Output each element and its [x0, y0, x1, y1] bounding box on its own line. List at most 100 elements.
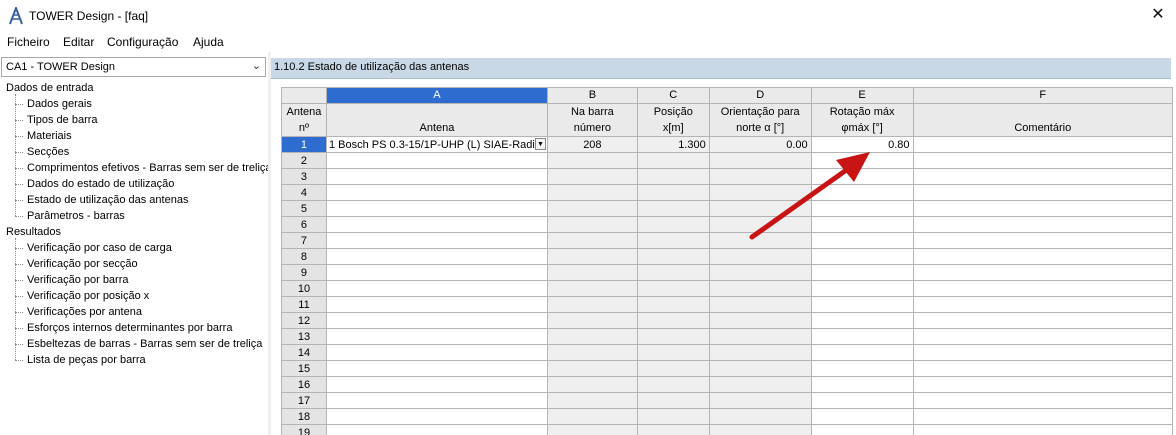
cell-antena[interactable] — [325, 216, 548, 233]
row-number[interactable]: 7 — [281, 232, 327, 249]
case-selector[interactable]: CA1 - TOWER Design ⌄ — [1, 57, 266, 77]
cell-comentario[interactable] — [912, 168, 1173, 185]
cell-comentario[interactable] — [912, 424, 1173, 435]
col-letter-a[interactable]: A — [325, 87, 548, 104]
tree-item[interactable]: Esforços internos determinantes por barr… — [27, 320, 232, 336]
cell-posicao[interactable] — [636, 328, 710, 345]
cell-barra[interactable] — [546, 216, 638, 233]
cell-barra[interactable] — [546, 408, 638, 425]
cell-posicao[interactable] — [636, 184, 710, 201]
cell-posicao[interactable] — [636, 424, 710, 435]
row-number[interactable]: 3 — [281, 168, 327, 185]
row-number[interactable]: 6 — [281, 216, 327, 233]
cell-barra[interactable] — [546, 344, 638, 361]
menu-ficheiro[interactable]: Ficheiro — [7, 35, 50, 49]
cell-barra[interactable] — [546, 152, 638, 169]
cell-orientacao[interactable] — [708, 328, 812, 345]
cell-antena[interactable] — [325, 280, 548, 297]
cell-antena[interactable] — [325, 344, 548, 361]
cell-rotacao[interactable] — [810, 296, 914, 313]
cell-antena[interactable] — [325, 312, 548, 329]
cell-barra[interactable] — [546, 328, 638, 345]
cell-orientacao[interactable] — [708, 392, 812, 409]
cell-rotacao[interactable] — [810, 344, 914, 361]
cell-comentario[interactable] — [912, 264, 1173, 281]
cell-comentario[interactable] — [912, 184, 1173, 201]
cell-comentario[interactable] — [912, 408, 1173, 425]
cell-rotacao[interactable] — [810, 248, 914, 265]
cell-posicao[interactable] — [636, 312, 710, 329]
cell-antena[interactable] — [325, 168, 548, 185]
cell-rotacao[interactable] — [810, 264, 914, 281]
cell-comentario[interactable] — [912, 136, 1173, 153]
cell-barra[interactable] — [546, 248, 638, 265]
menu-configuracao[interactable]: Configuração — [107, 35, 178, 49]
cell-barra[interactable] — [546, 200, 638, 217]
cell-antena[interactable] — [325, 408, 548, 425]
cell-barra[interactable] — [546, 280, 638, 297]
cell-barra[interactable] — [546, 168, 638, 185]
tree-item[interactable]: Dados gerais — [27, 96, 92, 112]
menu-ajuda[interactable]: Ajuda — [193, 35, 224, 49]
cell-antena[interactable] — [325, 392, 548, 409]
cell-antena[interactable]: 1 Bosch PS 0.3-15/1P-UHP (L) SIAE-Radi ▼ — [325, 136, 548, 153]
tree-item[interactable]: Estado de utilização das antenas — [27, 192, 188, 208]
cell-rotacao[interactable] — [810, 312, 914, 329]
col-letter-c[interactable]: C — [636, 87, 710, 104]
cell-antena[interactable] — [325, 328, 548, 345]
col-letter-f[interactable]: F — [912, 87, 1173, 104]
cell-barra[interactable] — [546, 360, 638, 377]
row-number[interactable]: 12 — [281, 312, 327, 329]
cell-barra[interactable] — [546, 184, 638, 201]
cell-orientacao[interactable] — [708, 312, 812, 329]
row-number[interactable]: 8 — [281, 248, 327, 265]
cell-rotacao[interactable] — [810, 328, 914, 345]
cell-antena[interactable] — [325, 232, 548, 249]
tree-item[interactable]: Verificação por barra — [27, 272, 129, 288]
cell-orientacao[interactable] — [708, 344, 812, 361]
cell-posicao[interactable] — [636, 280, 710, 297]
row-number[interactable]: 9 — [281, 264, 327, 281]
row-number[interactable]: 13 — [281, 328, 327, 345]
cell-barra[interactable] — [546, 376, 638, 393]
panel-splitter[interactable] — [268, 52, 271, 435]
tree-item[interactable]: Verificações por antena — [27, 304, 142, 320]
cell-antena[interactable] — [325, 376, 548, 393]
cell-comentario[interactable] — [912, 232, 1173, 249]
cell-posicao[interactable] — [636, 392, 710, 409]
cell-barra[interactable]: 208 — [546, 136, 638, 153]
tree-item[interactable]: Comprimentos efetivos - Barras sem ser d… — [27, 160, 268, 176]
tree-item[interactable]: Parâmetros - barras — [27, 208, 125, 224]
cell-posicao[interactable] — [636, 376, 710, 393]
cell-orientacao[interactable] — [708, 376, 812, 393]
cell-posicao[interactable] — [636, 168, 710, 185]
cell-rotacao[interactable] — [810, 280, 914, 297]
cell-comentario[interactable] — [912, 248, 1173, 265]
cell-orientacao[interactable] — [708, 248, 812, 265]
row-number[interactable]: 17 — [281, 392, 327, 409]
row-number[interactable]: 14 — [281, 344, 327, 361]
cell-antena[interactable] — [325, 184, 548, 201]
cell-orientacao[interactable] — [708, 360, 812, 377]
cell-posicao[interactable]: 1.300 — [636, 136, 710, 153]
cell-antena[interactable] — [325, 264, 548, 281]
cell-comentario[interactable] — [912, 216, 1173, 233]
cell-orientacao[interactable] — [708, 264, 812, 281]
cell-barra[interactable] — [546, 296, 638, 313]
cell-comentario[interactable] — [912, 376, 1173, 393]
cell-antena[interactable] — [325, 152, 548, 169]
cell-antena[interactable] — [325, 200, 548, 217]
close-icon[interactable]: ✕ — [1148, 5, 1168, 25]
tree-item[interactable]: Esbeltezas de barras - Barras sem ser de… — [27, 336, 262, 352]
row-number[interactable]: 1 — [281, 136, 327, 153]
tree-item[interactable]: Verificação por posição x — [27, 288, 149, 304]
cell-comentario[interactable] — [912, 328, 1173, 345]
cell-comentario[interactable] — [912, 344, 1173, 361]
dropdown-arrow-icon[interactable]: ▼ — [534, 138, 546, 150]
cell-posicao[interactable] — [636, 152, 710, 169]
row-number[interactable]: 16 — [281, 376, 327, 393]
cell-rotacao[interactable] — [810, 408, 914, 425]
cell-orientacao[interactable] — [708, 408, 812, 425]
cell-comentario[interactable] — [912, 200, 1173, 217]
tree-item[interactable]: Materiais — [27, 128, 72, 144]
